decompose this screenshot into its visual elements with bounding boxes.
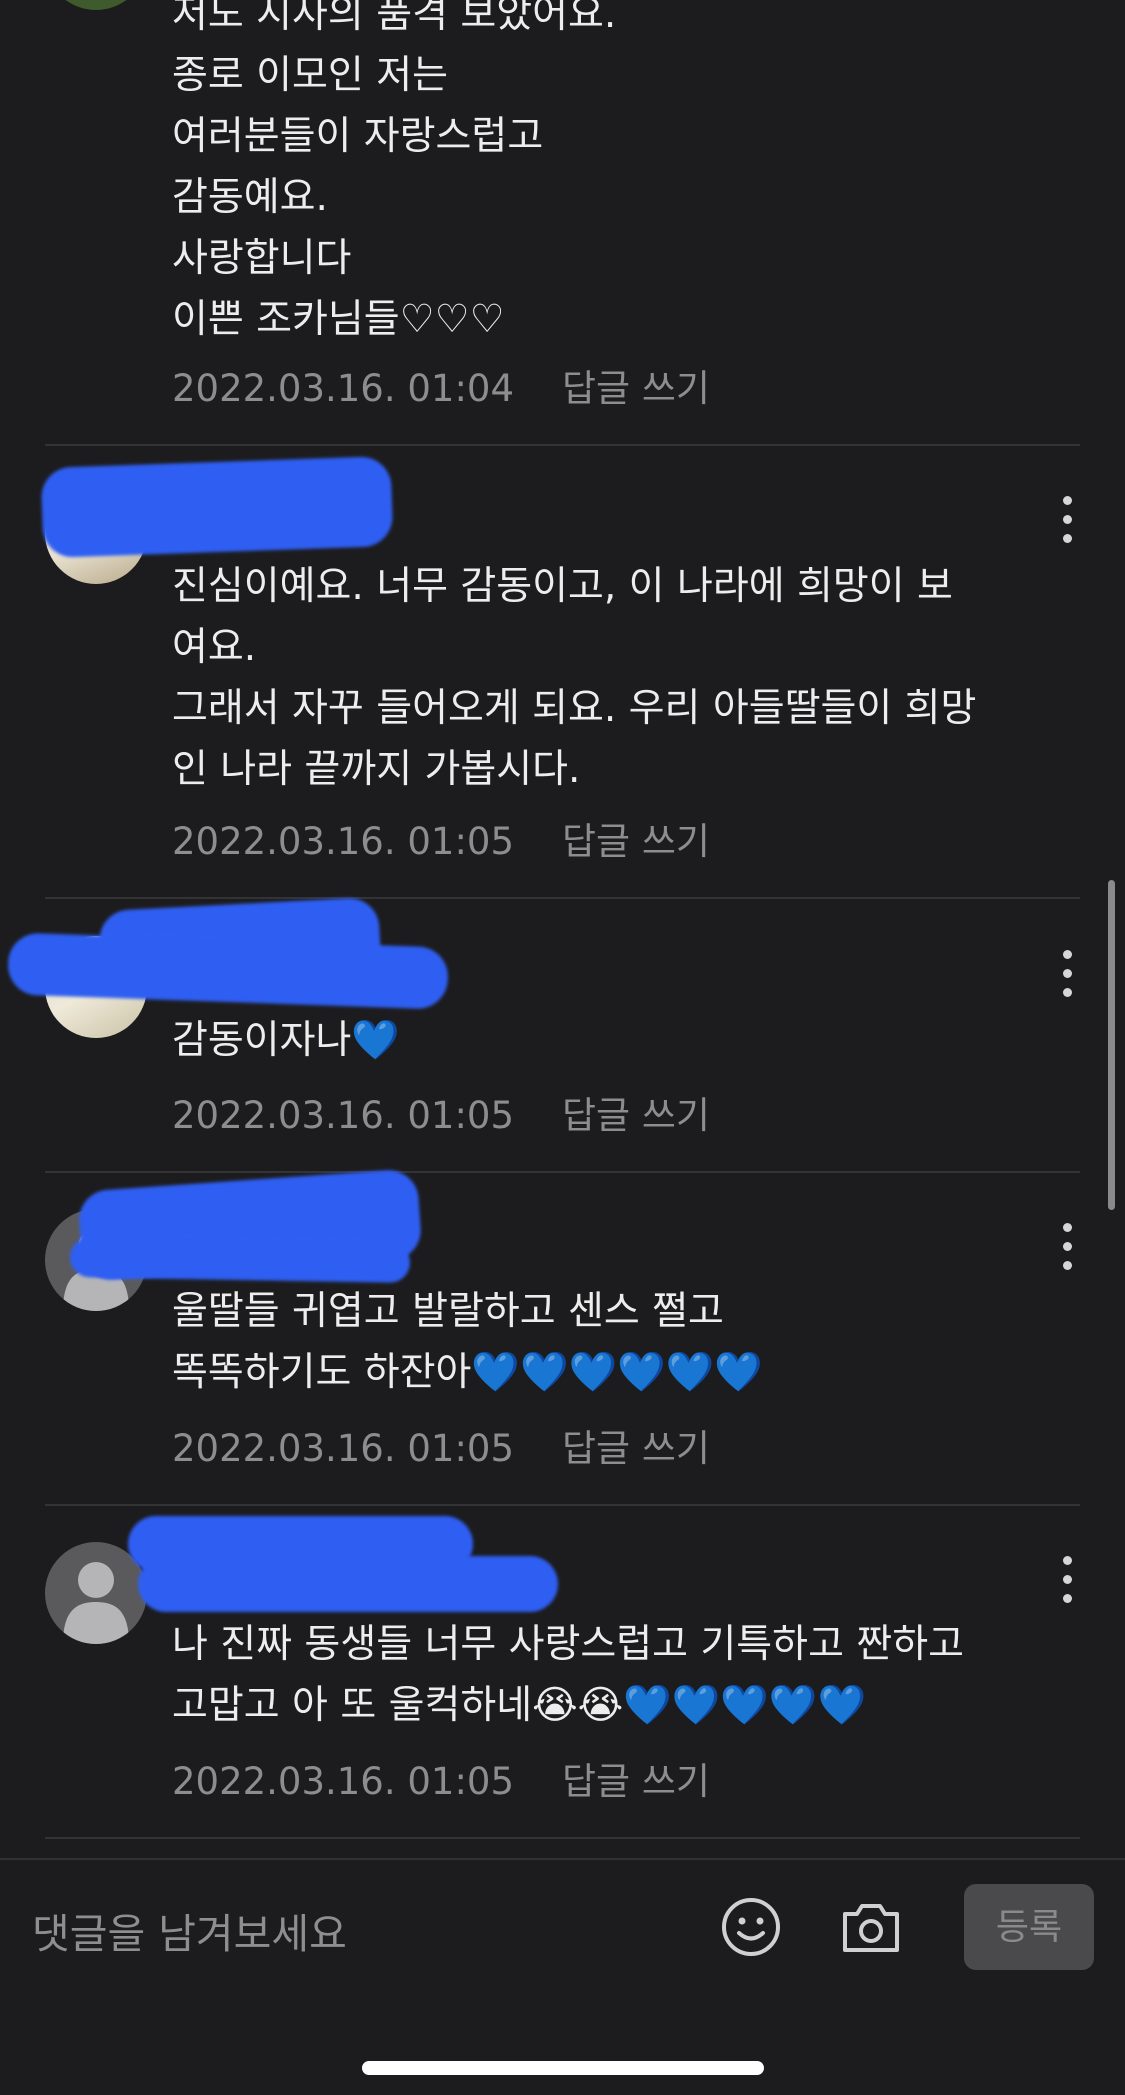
comment-input[interactable]: 댓글을 남겨보세요 <box>32 1900 347 1960</box>
more-options-icon[interactable] <box>1052 1550 1082 1610</box>
divider <box>45 1171 1080 1173</box>
more-options-icon[interactable] <box>1052 944 1082 1004</box>
emoji-button[interactable] <box>720 1896 782 1958</box>
comment-meta: 2022.03.16. 01:05 답글 쓰기 <box>172 811 710 865</box>
comment-text: 나 진짜 동생들 너무 사랑스럽고 기특하고 짠하고 고맙고 아 또 울컥하네😭… <box>172 1622 964 1728</box>
comment-timestamp: 2022.03.16. 01:05 <box>172 1094 514 1137</box>
more-options-icon[interactable] <box>1052 1217 1082 1277</box>
comment-meta: 2022.03.16. 01:05 답글 쓰기 <box>172 1751 710 1805</box>
divider <box>45 1837 1080 1839</box>
comment-timestamp: 2022.03.16. 01:05 <box>172 820 514 863</box>
home-indicator[interactable] <box>362 2061 764 2075</box>
smiley-icon <box>722 1898 780 1956</box>
more-options-icon[interactable] <box>1052 490 1082 550</box>
comment-text: 울딸들 귀엽고 발랄하고 센스 쩔고 똑똑하기도 하잔아💙💙💙💙💙💙 <box>172 1289 763 1395</box>
divider <box>45 1504 1080 1506</box>
reply-button[interactable]: 답글 쓰기 <box>562 820 710 863</box>
reply-button[interactable]: 답글 쓰기 <box>562 1760 710 1803</box>
divider <box>45 897 1080 899</box>
submit-button[interactable]: 등록 <box>964 1884 1094 1970</box>
reply-button[interactable]: 답글 쓰기 <box>562 1427 710 1470</box>
comment-timestamp: 2022.03.16. 01:05 <box>172 1427 514 1470</box>
comment-meta: 2022.03.16. 01:05 답글 쓰기 <box>172 1085 710 1139</box>
comment-meta: 2022.03.16. 01:05 답글 쓰기 <box>172 1418 710 1472</box>
comment-text: 진심이예요. 너무 감동이고, 이 나라에 희망이 보 여요. 그래서 자꾸 들… <box>172 564 977 792</box>
camera-button[interactable] <box>839 1896 901 1958</box>
comment-meta: 2022.03.16. 01:04 답글 쓰기 <box>172 358 710 412</box>
comment-text: 감동이자나💙 <box>172 1018 400 1063</box>
divider <box>45 444 1080 446</box>
reply-button[interactable]: 답글 쓰기 <box>562 367 710 410</box>
comment-input-bar: 댓글을 남겨보세요 등록 <box>0 1858 1125 2095</box>
author-name-redacted <box>138 1556 558 1612</box>
comment-timestamp: 2022.03.16. 01:04 <box>172 367 514 410</box>
reply-button[interactable]: 답글 쓰기 <box>562 1094 710 1137</box>
comment-text: 저도 시사의 품격 보았어요. 종로 이모인 저는 여러분들이 자랑스럽고 감동… <box>172 0 617 342</box>
scrollbar[interactable] <box>1108 880 1115 1210</box>
camera-icon <box>843 1904 899 1952</box>
comment-timestamp: 2022.03.16. 01:05 <box>172 1760 514 1803</box>
author-name-redacted <box>40 455 394 559</box>
author-name-redacted <box>69 1237 411 1283</box>
avatar[interactable] <box>45 0 147 10</box>
